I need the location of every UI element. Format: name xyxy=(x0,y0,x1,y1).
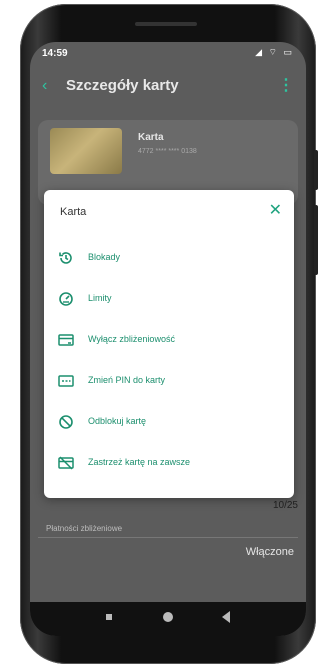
recent-apps-icon[interactable] xyxy=(106,614,112,620)
dialog-title: Karta xyxy=(60,206,87,218)
menu-item-label: Blokady xyxy=(88,252,121,262)
more-options-icon[interactable]: ⋮ xyxy=(278,75,294,95)
gauge-icon xyxy=(59,292,73,306)
back-icon[interactable] xyxy=(222,611,230,623)
status-bar: 14:59 ◢ ⌔ ▭ xyxy=(30,42,306,64)
app-bar: ‹ Szczegóły karty ⋮ xyxy=(30,68,306,104)
menu-item-cancel-card[interactable]: Zastrzeż kartę na zawsze xyxy=(44,443,294,484)
close-icon[interactable]: ✕ xyxy=(269,200,282,220)
card-image xyxy=(50,128,122,174)
status-icons: ◢ ⌔ ▭ xyxy=(255,47,294,57)
power-button xyxy=(314,150,318,190)
actions-menu: Blokady Limity Wyłącz zbliżeniowość Zmie… xyxy=(44,238,294,484)
menu-item-label: Odblokuj kartę xyxy=(88,416,147,426)
status-time: 14:59 xyxy=(42,48,68,59)
menu-item-unblock[interactable]: Odblokuj kartę xyxy=(44,402,294,443)
menu-item-label: Zastrzeż kartę na zawsze xyxy=(88,457,191,467)
contactless-label: Płatności zbliżeniowe xyxy=(46,524,123,533)
divider xyxy=(38,537,298,538)
card-title: Karta xyxy=(138,132,164,143)
menu-item-label: Wyłącz zbliżeniowość xyxy=(88,334,175,344)
menu-item-limity[interactable]: Limity xyxy=(44,279,294,320)
history-icon xyxy=(59,252,72,264)
block-icon xyxy=(59,415,73,429)
home-icon[interactable] xyxy=(163,612,173,622)
volume-button xyxy=(314,205,318,275)
menu-item-label: Zmień PIN do karty xyxy=(88,375,166,385)
card-contactless-icon xyxy=(58,334,74,346)
screen: 14:59 ◢ ⌔ ▭ ‹ Szczegóły karty ⋮ Karta 47… xyxy=(30,42,306,636)
card-actions-dialog: Karta ✕ Blokady Limity Wyłącz zbliżeniow… xyxy=(44,190,294,498)
android-nav-bar xyxy=(30,602,306,636)
menu-item-label: Limity xyxy=(88,293,112,303)
menu-item-change-pin[interactable]: Zmień PIN do karty xyxy=(44,361,294,402)
pin-card-icon xyxy=(58,375,74,387)
card-cancel-icon xyxy=(58,456,74,470)
page-title: Szczegóły karty xyxy=(66,77,179,94)
menu-item-blokady[interactable]: Blokady xyxy=(44,238,294,279)
contactless-value: Włączone xyxy=(245,546,294,558)
back-arrow-icon[interactable]: ‹ xyxy=(42,77,47,95)
earpiece xyxy=(135,22,197,26)
card-number: 4772 **** **** 0138 xyxy=(138,148,197,155)
expiry-date: 10/25 xyxy=(272,500,298,511)
menu-item-contactless[interactable]: Wyłącz zbliżeniowość xyxy=(44,320,294,361)
